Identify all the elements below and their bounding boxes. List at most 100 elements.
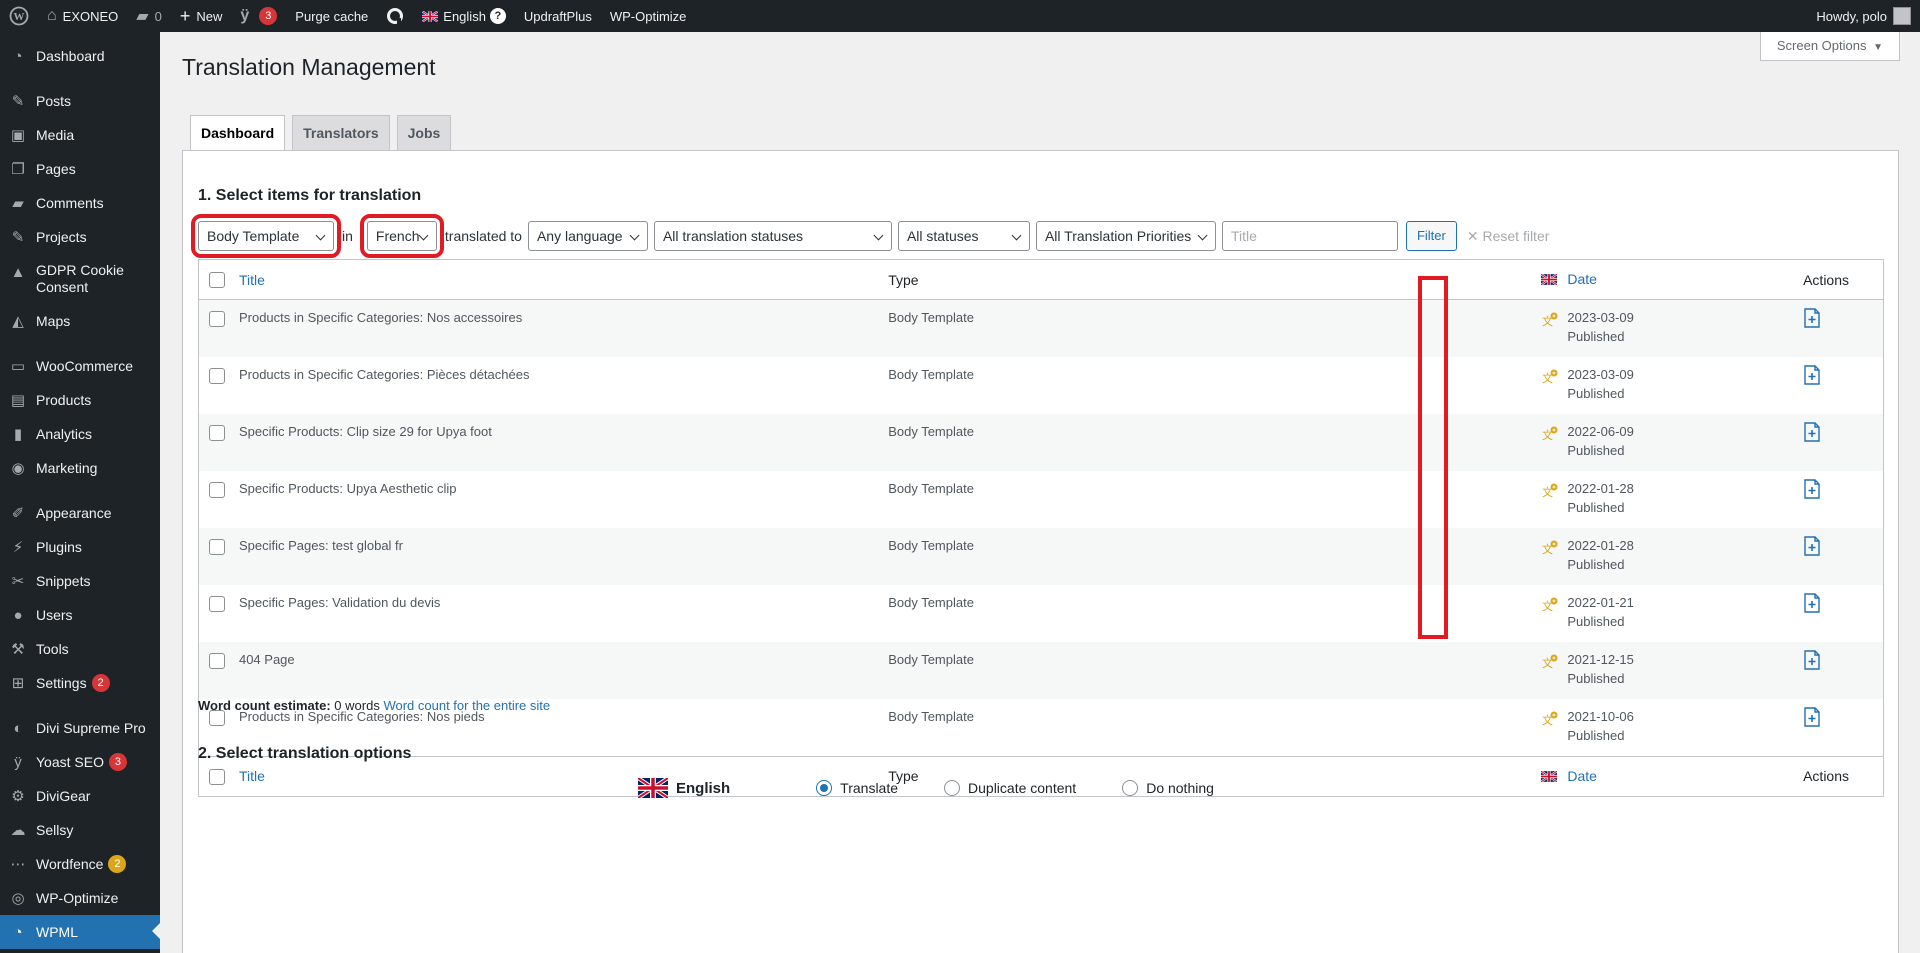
sidebar-item-yoast[interactable]: ÿ Yoast SEO 3 bbox=[0, 745, 160, 779]
word-count-site-link[interactable]: Word count for the entire site bbox=[383, 698, 550, 713]
do-nothing-option[interactable]: Do nothing bbox=[1122, 780, 1214, 796]
language-switcher[interactable]: English ? bbox=[413, 0, 515, 32]
row-checkbox[interactable] bbox=[209, 425, 225, 441]
sidebar-item-divi-supreme[interactable]: ◐ Divi Supreme Pro bbox=[0, 711, 160, 745]
account-menu[interactable]: Howdy, polo bbox=[1807, 0, 1920, 32]
add-translation-icon[interactable] bbox=[1803, 707, 1821, 727]
duplicate-radio[interactable] bbox=[944, 780, 961, 796]
tab-jobs[interactable]: Jobs bbox=[396, 115, 452, 150]
sidebar-item-appearance[interactable]: ✐ Appearance bbox=[0, 496, 160, 530]
tab-translators[interactable]: Translators bbox=[292, 115, 390, 150]
wordpress-logo[interactable]: W bbox=[0, 0, 38, 32]
yoast-menu[interactable]: ÿ 3 bbox=[231, 0, 286, 32]
table-row: 404 Page Body Template 文 2021-12-15 Publishe… bbox=[199, 642, 1883, 699]
row-status: Published bbox=[1567, 386, 1625, 401]
wp-optimize-link[interactable]: WP-Optimize bbox=[601, 0, 696, 32]
row-type: Body Template bbox=[888, 652, 974, 667]
row-checkbox[interactable] bbox=[209, 539, 225, 555]
svg-text:W: W bbox=[14, 11, 25, 23]
row-type: Body Template bbox=[888, 595, 974, 610]
add-translation-icon[interactable] bbox=[1803, 479, 1821, 499]
row-checkbox[interactable] bbox=[209, 368, 225, 384]
row-checkbox[interactable] bbox=[209, 311, 225, 327]
add-translation-icon[interactable] bbox=[1803, 308, 1821, 328]
title-filter-input[interactable] bbox=[1221, 221, 1398, 251]
priority-select[interactable]: All Translation Priorities bbox=[1035, 221, 1216, 251]
add-translation-icon[interactable] bbox=[1803, 536, 1821, 556]
query-monitor-link[interactable] bbox=[377, 0, 413, 32]
row-date: 2021-12-15 bbox=[1567, 652, 1634, 667]
sidebar-item-projects[interactable]: ✎ Projects bbox=[0, 220, 160, 254]
table-row: Products in Specific Categories: Pièces … bbox=[199, 357, 1883, 414]
title-footer-header[interactable]: Title bbox=[239, 768, 265, 784]
row-checkbox[interactable] bbox=[209, 653, 225, 669]
date-footer-header[interactable]: Date bbox=[1567, 768, 1597, 784]
needs-translation-icon[interactable]: 文 bbox=[1541, 710, 1559, 728]
needs-translation-icon[interactable]: 文 bbox=[1541, 425, 1559, 443]
sidebar-item-gdpr[interactable]: ▲ GDPR Cookie Consent bbox=[0, 254, 160, 304]
row-status: Published bbox=[1567, 500, 1625, 515]
needs-translation-icon[interactable]: 文 bbox=[1541, 539, 1559, 557]
type-select[interactable]: Body Template bbox=[191, 214, 341, 258]
translate-radio[interactable] bbox=[816, 780, 833, 796]
add-translation-icon[interactable] bbox=[1803, 422, 1821, 442]
needs-translation-icon[interactable]: 文 bbox=[1541, 596, 1559, 614]
needs-translation-icon[interactable]: 文 bbox=[1541, 311, 1559, 329]
add-translation-icon[interactable] bbox=[1803, 650, 1821, 670]
translate-option[interactable]: Translate bbox=[816, 780, 898, 796]
row-checkbox[interactable] bbox=[209, 596, 225, 612]
sidebar-item-analytics[interactable]: ▮ Analytics bbox=[0, 417, 160, 451]
sidebar-item-users[interactable]: ● Users bbox=[0, 598, 160, 632]
sidebar-item-comments[interactable]: ▰ Comments bbox=[0, 186, 160, 220]
add-translation-icon[interactable] bbox=[1803, 593, 1821, 613]
select-all-checkbox[interactable] bbox=[209, 272, 225, 288]
add-translation-icon[interactable] bbox=[1803, 365, 1821, 385]
sidebar-item-snippets[interactable]: ✂ Snippets bbox=[0, 564, 160, 598]
translation-status-select[interactable]: All translation statuses bbox=[653, 221, 892, 251]
updraftplus-link[interactable]: UpdraftPlus bbox=[515, 0, 601, 32]
target-language-select[interactable]: Any language bbox=[527, 221, 648, 251]
do-nothing-radio[interactable] bbox=[1122, 780, 1139, 796]
sidebar-item-products[interactable]: ▤ Products bbox=[0, 383, 160, 417]
sidebar-item-pages[interactable]: ❐ Pages bbox=[0, 152, 160, 186]
translation-options-row: English Translate Duplicate content Do n… bbox=[638, 778, 1260, 798]
status-select[interactable]: All statuses bbox=[897, 221, 1030, 251]
sidebar-item-marketing[interactable]: ◉ Marketing bbox=[0, 451, 160, 485]
needs-translation-icon[interactable]: 文 bbox=[1541, 653, 1559, 671]
new-content-link[interactable]: + New bbox=[171, 0, 232, 32]
screen-options-button[interactable]: Screen Options ▼ bbox=[1759, 32, 1900, 61]
comments-link[interactable]: ▰ 0 bbox=[127, 0, 171, 32]
sidebar-item-tools[interactable]: ⚒ Tools bbox=[0, 632, 160, 666]
row-title: Products in Specific Categories: Nos acc… bbox=[238, 310, 523, 325]
sidebar-item-plugins[interactable]: ⚡ Plugins bbox=[0, 530, 160, 564]
row-date: 2022-01-28 bbox=[1567, 481, 1634, 496]
sidebar-item-settings[interactable]: ⊞ Settings 2 bbox=[0, 666, 160, 700]
sidebar-item-wpml[interactable]: ◔ WPML bbox=[0, 915, 160, 949]
plus-icon: + bbox=[179, 5, 191, 26]
select-all-footer-checkbox[interactable] bbox=[209, 768, 225, 785]
sidebar-item-divigear[interactable]: ⚙ DiviGear bbox=[0, 779, 160, 813]
site-name-link[interactable]: ⌂ EXONEO bbox=[38, 0, 127, 32]
tab-dashboard[interactable]: Dashboard bbox=[190, 115, 286, 151]
row-title: Specific Products: Upya Aesthetic clip bbox=[238, 481, 457, 496]
sidebar-item-sellsy[interactable]: ☁ Sellsy bbox=[0, 813, 160, 847]
duplicate-option[interactable]: Duplicate content bbox=[944, 780, 1076, 796]
reset-filter-link[interactable]: ✕ Reset filter bbox=[1467, 228, 1550, 245]
title-column-header[interactable]: Title bbox=[239, 272, 265, 288]
source-language-select[interactable]: French bbox=[359, 214, 444, 258]
bar-chart-icon: ▮ bbox=[13, 426, 23, 443]
updraftplus-label: UpdraftPlus bbox=[523, 8, 592, 24]
sidebar-item-maps[interactable]: ◭ Maps bbox=[0, 304, 160, 338]
sidebar-item-woocommerce[interactable]: ▭ WooCommerce bbox=[0, 349, 160, 383]
sidebar-item-wordfence[interactable]: ⋯ Wordfence 2 bbox=[0, 847, 160, 881]
sidebar-item-media[interactable]: ▣ Media bbox=[0, 118, 160, 152]
row-checkbox[interactable] bbox=[209, 482, 225, 498]
needs-translation-icon[interactable]: 文 bbox=[1541, 482, 1559, 500]
sidebar-item-posts[interactable]: ✎ Posts bbox=[0, 84, 160, 118]
sidebar-item-wp-optimize[interactable]: ◎ WP-Optimize bbox=[0, 881, 160, 915]
purge-cache-link[interactable]: Purge cache bbox=[286, 0, 377, 32]
sidebar-item-dashboard[interactable]: ◔ Dashboard bbox=[0, 39, 160, 73]
filter-button[interactable]: Filter bbox=[1405, 221, 1457, 251]
date-column-header[interactable]: Date bbox=[1567, 271, 1597, 287]
needs-translation-icon[interactable]: 文 bbox=[1541, 368, 1559, 386]
